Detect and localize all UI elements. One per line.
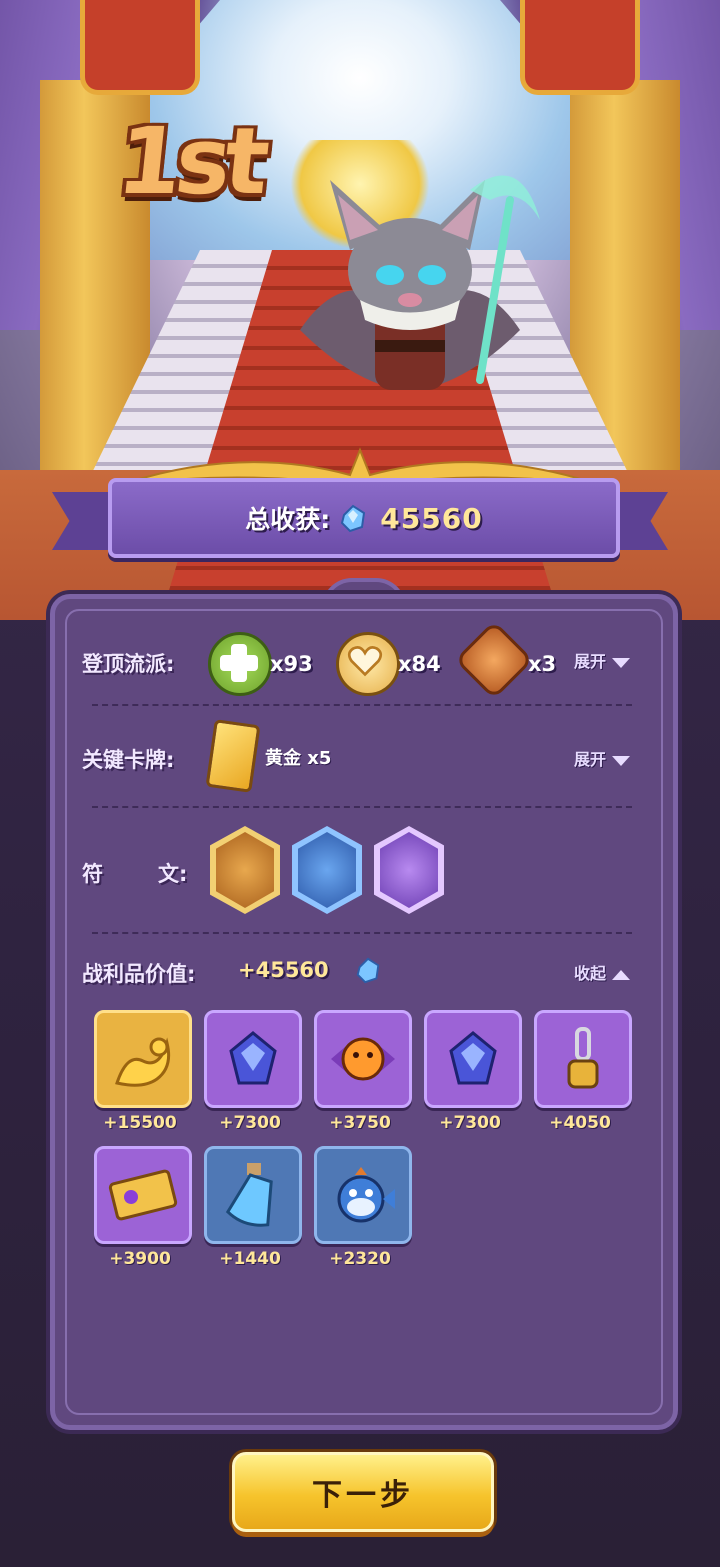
key-card-expand-toggle[interactable]: 展开 [574,746,631,770]
right-banner [520,0,640,95]
loot-item-candy[interactable] [314,1010,412,1108]
build-label: 登顶流派: [82,652,175,676]
puffer-fish-icon [337,1167,395,1223]
heart-icon [336,632,400,696]
total-label: 总收获: [245,505,331,534]
divider [92,932,632,934]
left-banner [80,0,200,95]
loot-value-2: +7300 [219,1113,281,1133]
placement-rank: 1st [112,108,269,215]
loot-item-golden-dragon[interactable] [94,1010,192,1108]
build-expand-label: 展开 [574,652,607,671]
loot-item-sapphire[interactable] [204,1010,302,1108]
runes-label-2: 文: [158,862,188,886]
loot-value-5: +4050 [549,1113,611,1133]
gold-card-icon [205,719,261,793]
runes-label-1: 符 [82,862,103,886]
build-count-3: x3 [528,652,557,676]
sapphire-gem-icon [449,1031,497,1085]
loot-label: 战利品价值: [82,962,196,986]
loot-value-7: +1440 [219,1249,281,1269]
divider [92,806,632,808]
chevron-down-icon [612,755,631,766]
loot-value-4: +7300 [439,1113,501,1133]
blue-crystal-icon [356,957,380,984]
build-count-1: x93 [270,652,313,676]
loot-item-sapphire[interactable] [424,1010,522,1108]
key-card-label: 关键卡牌: [82,748,175,772]
next-step-button[interactable]: 下一步 [232,1452,494,1532]
build-expand-toggle[interactable]: 展开 [574,648,631,672]
loot-value: +45560 [238,958,329,982]
loot-value-1: +15500 [103,1113,177,1133]
green-cross-icon [208,632,272,696]
sapphire-gem-icon [229,1031,277,1085]
loot-collapse-label: 收起 [574,964,607,983]
bat-character [300,175,540,390]
loot-collapse-toggle[interactable]: 收起 [574,960,631,984]
loot-item-puffer-fish[interactable] [314,1146,412,1244]
divider [92,704,632,706]
chevron-up-icon [612,969,631,980]
loot-value-3: +3750 [329,1113,391,1133]
chevron-down-icon [612,657,631,668]
build-count-2: x84 [398,652,441,676]
vip-ticket-icon [108,1169,178,1221]
golden-dragon-icon [115,1037,171,1087]
loot-value-6: +3900 [109,1249,171,1269]
chain-lock-icon [567,1027,599,1089]
total-value: 45560 [380,501,483,535]
next-step-label: 下一步 [312,1478,414,1513]
total-harvest-banner: 总收获: 45560 [108,478,620,558]
key-card-name: 黄金 x5 [265,748,332,769]
potion-bottle-icon [225,1163,273,1227]
pumpkin-candy-icon [331,1037,395,1081]
key-card-expand-label: 展开 [574,750,607,769]
loot-value-8: +2320 [329,1249,391,1269]
loot-item-potion[interactable] [204,1146,302,1244]
loot-item-chain-lock[interactable] [534,1010,632,1108]
blue-crystal-icon [341,504,366,533]
loot-item-vip-ticket[interactable] [94,1146,192,1244]
